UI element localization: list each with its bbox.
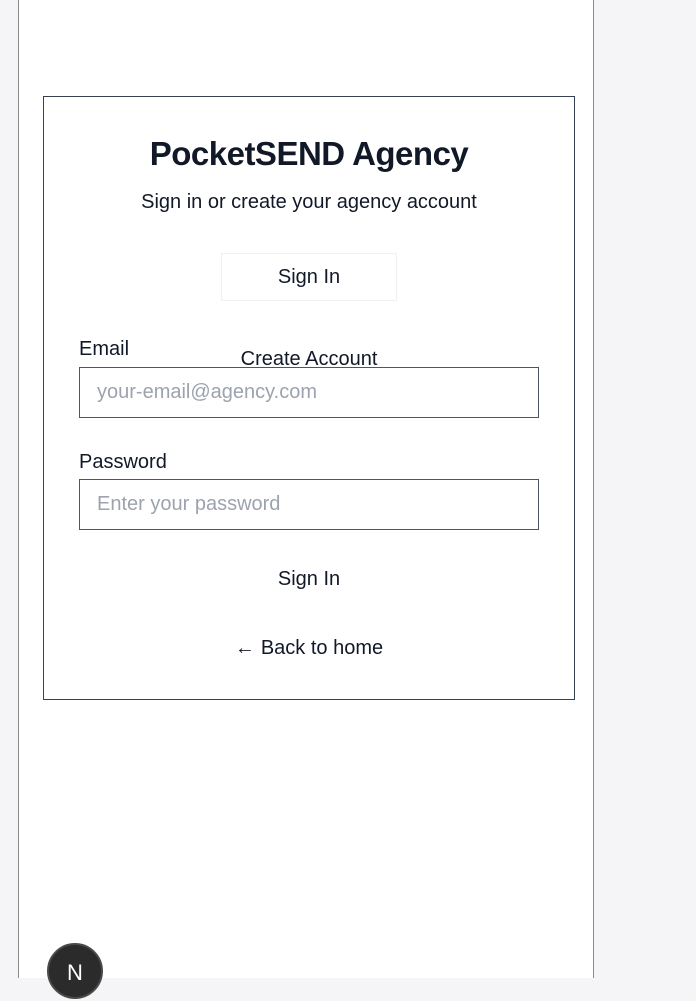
- back-to-home-link[interactable]: ← Back to home: [0, 635, 618, 661]
- tab-sign-in[interactable]: Sign In: [222, 254, 396, 300]
- dev-tools-badge[interactable]: N: [47, 943, 103, 999]
- password-label: Password: [79, 451, 167, 473]
- back-to-home-label: Back to home: [260, 637, 384, 659]
- email-field[interactable]: [79, 367, 539, 418]
- page-title: PocketSEND Agency: [149, 135, 469, 172]
- page-subtitle: Sign in or create your agency account: [141, 191, 477, 213]
- arrow-left-icon: ←: [234, 637, 255, 659]
- password-field[interactable]: [79, 479, 539, 530]
- email-label: Email: [79, 338, 130, 360]
- sign-in-button[interactable]: Sign In: [0, 566, 618, 592]
